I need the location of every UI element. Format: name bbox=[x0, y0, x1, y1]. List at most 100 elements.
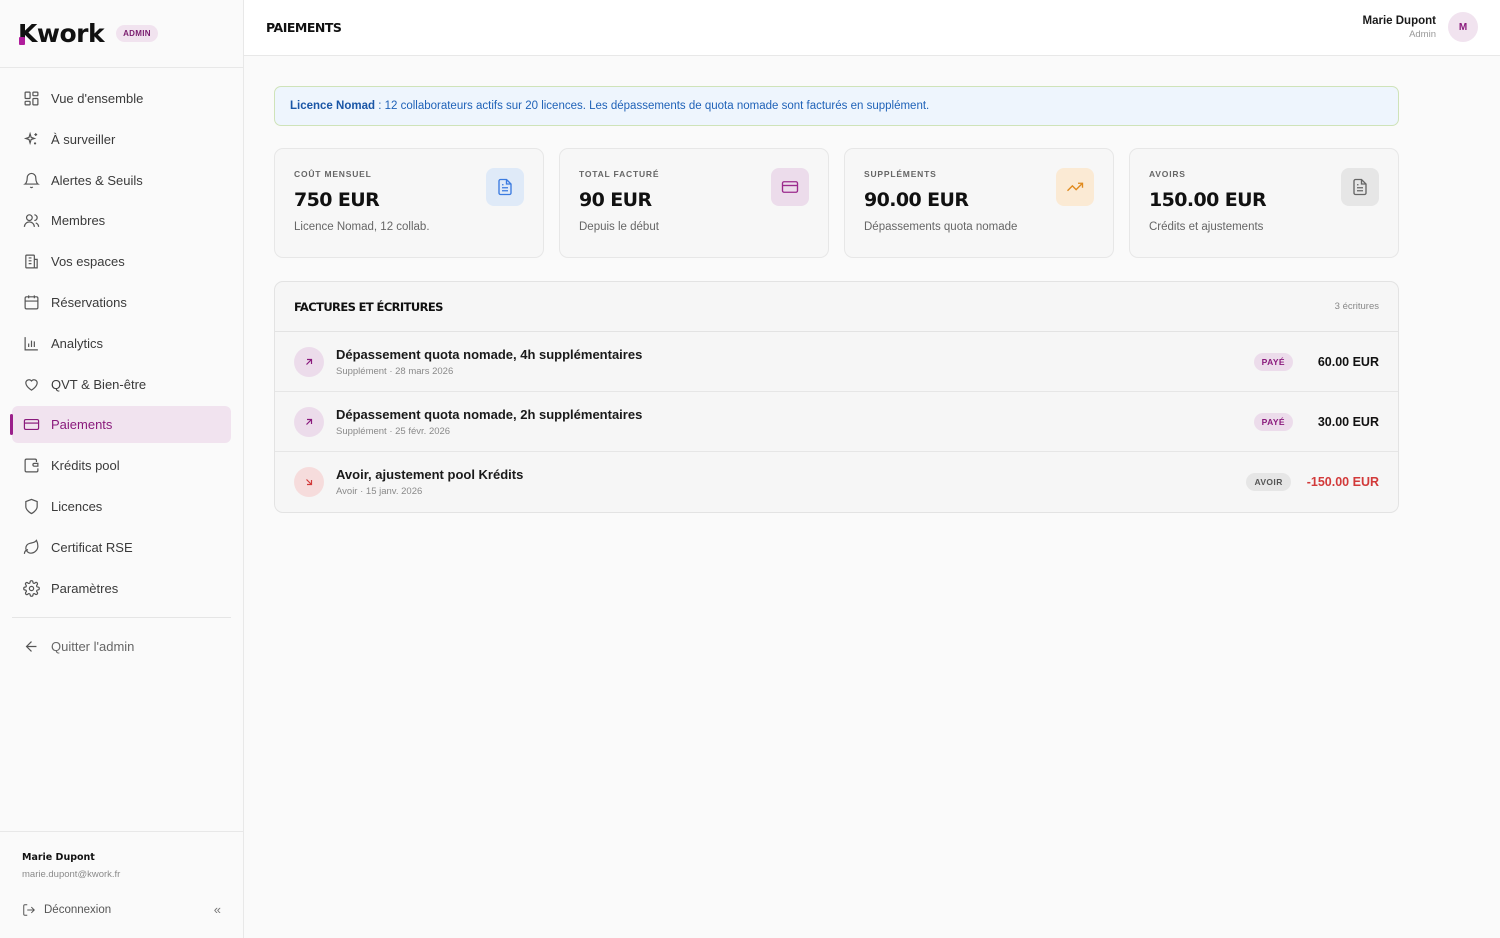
entries-count: 3 écritures bbox=[1334, 301, 1379, 312]
credit-card-icon bbox=[771, 168, 809, 206]
logout-button[interactable]: Déconnexion bbox=[44, 904, 111, 916]
grid-icon bbox=[22, 90, 40, 108]
sidebar-item-overview[interactable]: Vue d'ensemble bbox=[12, 80, 231, 117]
status-badge: PAYÉ bbox=[1253, 412, 1293, 431]
sidebar-item-label: Paramètres bbox=[51, 580, 119, 596]
sidebar-item-certificat-rse[interactable]: Certificat RSE bbox=[12, 529, 231, 566]
sidebar-item-watch[interactable]: À surveiller bbox=[12, 121, 231, 158]
user-role: Admin bbox=[1409, 28, 1436, 40]
card-monthly-cost: COÛT MENSUEL 750 EUR Licence Nomad, 12 c… bbox=[274, 148, 544, 258]
sidebar-item-label: Analytics bbox=[51, 335, 104, 351]
user-menu[interactable]: Marie Dupont Admin M bbox=[1363, 12, 1478, 42]
sidebar-item-spaces[interactable]: Vos espaces bbox=[12, 243, 231, 280]
sidebar-item-label: Paiements bbox=[51, 417, 113, 433]
sidebar-item-label: Membres bbox=[51, 213, 106, 229]
sidebar-item-quit-admin[interactable]: Quitter l'admin bbox=[12, 628, 231, 665]
calendar-icon bbox=[22, 293, 40, 311]
row-title: Dépassement quota nomade, 2h supplémenta… bbox=[336, 406, 643, 422]
stat-cards: COÛT MENSUEL 750 EUR Licence Nomad, 12 c… bbox=[274, 148, 1399, 258]
kwork-logo[interactable]: Kwork bbox=[18, 19, 105, 48]
collapse-sidebar-icon[interactable]: « bbox=[214, 902, 221, 917]
sidebar-item-payments[interactable]: Paiements bbox=[10, 406, 231, 444]
card-supplements: SUPPLÉMENTS 90.00 EUR Dépassements quota… bbox=[844, 148, 1114, 258]
card-sub: Depuis le début bbox=[579, 221, 659, 233]
leaf-icon bbox=[22, 538, 40, 556]
top-header: PAIEMENTS Marie Dupont Admin M bbox=[244, 0, 1500, 56]
row-amount: 60.00 EUR bbox=[1317, 354, 1379, 369]
card-sub: Licence Nomad, 12 collab. bbox=[294, 221, 430, 233]
sidebar-item-label: Licences bbox=[51, 498, 103, 514]
arrow-left-icon bbox=[22, 637, 40, 655]
card-sub: Dépassements quota nomade bbox=[864, 221, 1018, 233]
avatar[interactable]: M bbox=[1448, 12, 1478, 42]
footer-user-name: Marie Dupont bbox=[22, 852, 95, 863]
sidebar-item-label: Réservations bbox=[51, 294, 127, 310]
logout-icon bbox=[22, 903, 44, 917]
document-icon bbox=[1341, 168, 1379, 206]
document-icon bbox=[486, 168, 524, 206]
sidebar-item-label: À surveiller bbox=[51, 131, 116, 147]
row-text: Avoir, ajustement pool Krédits Avoir · 1… bbox=[336, 467, 523, 497]
wallet-icon bbox=[22, 457, 40, 475]
sidebar-item-label: Vue d'ensemble bbox=[51, 91, 144, 106]
card-sub: Crédits et ajustements bbox=[1149, 221, 1264, 233]
sidebar-item-label: QVT & Bien-être bbox=[51, 376, 147, 392]
row-meta: Avoir · 15 janv. 2026 bbox=[336, 486, 423, 497]
sidebar-item-label: Alertes & Seuils bbox=[51, 172, 143, 188]
invoices-panel: FACTURES ET ÉCRITURES 3 écritures Dépass… bbox=[274, 281, 1399, 513]
status-badge: PAYÉ bbox=[1253, 352, 1293, 371]
table-row[interactable]: Dépassement quota nomade, 4h supplémenta… bbox=[275, 332, 1398, 392]
user-name: Marie Dupont bbox=[1362, 14, 1436, 27]
heart-icon bbox=[22, 375, 40, 393]
card-total-billed: TOTAL FACTURÉ 90 EUR Depuis le début bbox=[559, 148, 829, 258]
licence-notice: Licence Nomad : 12 collaborateurs actifs… bbox=[274, 86, 1399, 126]
sidebar-item-qvt[interactable]: QVT & Bien-être bbox=[12, 366, 231, 403]
notice-text: : 12 collaborateurs actifs sur 20 licenc… bbox=[375, 100, 930, 112]
row-text: Dépassement quota nomade, 4h supplémenta… bbox=[336, 347, 642, 377]
sidebar-item-settings[interactable]: Paramètres bbox=[12, 570, 231, 607]
panel-title: FACTURES ET ÉCRITURES bbox=[294, 299, 443, 314]
page-title: PAIEMENTS bbox=[266, 20, 342, 35]
row-title: Avoir, ajustement pool Krédits bbox=[336, 467, 524, 482]
row-title: Dépassement quota nomade, 4h supplémenta… bbox=[336, 346, 643, 362]
row-right: PAYÉ 60.00 EUR bbox=[1253, 352, 1379, 371]
sidebar-item-reservations[interactable]: Réservations bbox=[12, 284, 231, 321]
status-badge: AVOIR bbox=[1246, 473, 1291, 491]
trending-up-icon bbox=[1056, 168, 1094, 206]
sidebar-item-label: Krédits pool bbox=[51, 458, 120, 474]
arrow-up-right-icon bbox=[294, 346, 324, 377]
sidebar-item-alerts[interactable]: Alertes & Seuils bbox=[12, 162, 231, 199]
row-amount: -150.00 EUR bbox=[1306, 475, 1379, 489]
sidebar-footer: Marie Dupont marie.dupont@kwork.fr Décon… bbox=[0, 831, 243, 938]
sidebar-item-kredits-pool[interactable]: Krédits pool bbox=[12, 447, 231, 484]
sidebar-nav: Vue d'ensemble À surveiller Alertes & Se… bbox=[0, 68, 243, 665]
logo-row: Kwork ADMIN bbox=[0, 0, 243, 68]
panel-header: FACTURES ET ÉCRITURES 3 écritures bbox=[275, 282, 1398, 332]
bell-icon bbox=[22, 171, 40, 189]
sidebar-item-analytics[interactable]: Analytics bbox=[12, 325, 231, 362]
row-amount: 30.00 EUR bbox=[1317, 414, 1379, 429]
card-credits: AVOIRS 150.00 EUR Crédits et ajustements bbox=[1129, 148, 1399, 258]
sparkle-icon bbox=[22, 130, 40, 148]
sidebar-item-label: Vos espaces bbox=[51, 254, 125, 270]
row-right: PAYÉ 30.00 EUR bbox=[1253, 412, 1379, 431]
sidebar-item-members[interactable]: Membres bbox=[12, 202, 231, 239]
credit-card-icon bbox=[22, 416, 40, 434]
shield-icon bbox=[22, 497, 40, 515]
gear-icon bbox=[22, 579, 40, 597]
row-meta: Supplément · 25 févr. 2026 bbox=[336, 425, 451, 437]
logout-row: Déconnexion « bbox=[22, 902, 221, 917]
nav-divider bbox=[12, 616, 231, 618]
building-icon bbox=[22, 253, 40, 271]
admin-badge: ADMIN bbox=[116, 25, 158, 42]
table-row[interactable]: Avoir, ajustement pool Krédits Avoir · 1… bbox=[275, 452, 1398, 512]
sidebar-item-label: Certificat RSE bbox=[51, 539, 133, 555]
notice-bold: Licence Nomad bbox=[290, 100, 375, 112]
row-meta: Supplément · 28 mars 2026 bbox=[336, 365, 454, 377]
footer-user-email: marie.dupont@kwork.fr bbox=[22, 869, 121, 880]
main-content: Licence Nomad : 12 collaborateurs actifs… bbox=[274, 86, 1399, 513]
sidebar-item-licences[interactable]: Licences bbox=[12, 488, 231, 525]
table-row[interactable]: Dépassement quota nomade, 2h supplémenta… bbox=[275, 392, 1398, 452]
row-right: AVOIR -150.00 EUR bbox=[1246, 473, 1379, 491]
sidebar-item-label: Quitter l'admin bbox=[51, 638, 135, 654]
